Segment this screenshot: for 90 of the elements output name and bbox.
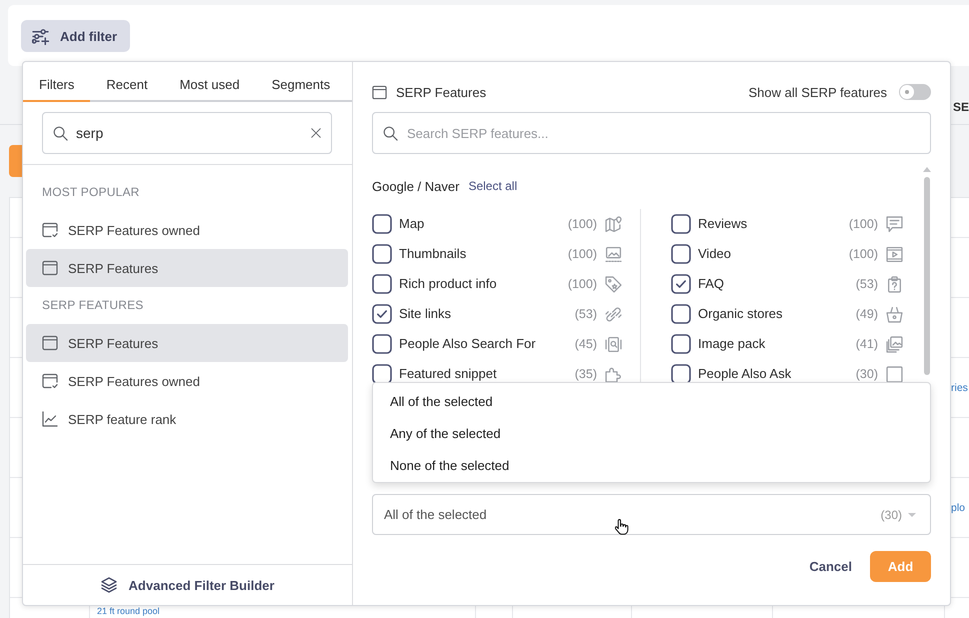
checkbox[interactable] [372,304,392,324]
comment-icon [886,216,903,232]
checkbox[interactable] [372,274,392,294]
window-icon [372,84,387,100]
window-icon [42,335,58,351]
tag-icon [605,276,622,292]
checkbox-label[interactable]: Map [399,217,424,231]
cancel-button[interactable]: Cancel [809,553,852,580]
count-text: (100) [568,277,597,291]
link-icon [605,306,622,322]
count-text: (53) [856,277,878,291]
checkbox-label[interactable]: Reviews [698,217,748,231]
list-item[interactable]: SERP Features owned [26,211,348,249]
video-frame-icon [886,246,903,262]
checkbox-label[interactable]: Featured snippet [399,367,497,381]
layers-icon [100,577,117,593]
count-text: (100) [568,217,597,231]
checkbox[interactable] [671,244,691,264]
section-heading: SERP FEATURES [41,297,145,314]
count-text: (41) [856,337,878,351]
search-frame-icon [605,336,622,352]
checkbox-label[interactable]: Organic stores [698,307,783,321]
basket-icon [886,306,903,322]
hand-cursor-icon [615,519,629,536]
images-icon [886,336,903,352]
menu-option[interactable]: All of the selected [373,385,930,417]
checkbox[interactable] [671,364,691,384]
section-heading: MOST POPULAR [41,184,141,201]
window-icon [42,260,58,276]
table-link[interactable]: plo [951,502,966,514]
column-header: SE [952,100,969,114]
list-item[interactable]: SERP Features owned [26,362,348,400]
toggle-switch[interactable] [899,84,931,100]
search-icon [53,126,68,140]
count-text: (100) [848,217,878,231]
checkbox-label[interactable]: FAQ [698,277,724,291]
select-all-link[interactable]: Select all [468,179,518,193]
checkbox-label[interactable]: Thumbnails [399,247,466,261]
list-item[interactable]: SERP feature rank [26,400,348,438]
menu-option[interactable]: None of the selected [373,449,930,481]
tab[interactable]: Most used [164,62,256,102]
checkbox[interactable] [372,214,392,234]
window-check-icon [42,373,58,389]
count-text: (100) [568,247,597,261]
match-select[interactable]: All of the selected (30) [372,494,931,535]
count-text: (53) [574,307,597,321]
tab[interactable]: Filters [23,62,90,102]
map-pin-icon [605,216,622,232]
square-icon [886,366,903,382]
menu-option[interactable]: Any of the selected [373,417,930,449]
sliders-plus-icon [32,28,49,44]
checkbox-label[interactable]: Rich product info [399,277,497,291]
tab[interactable]: Segments [256,62,346,102]
caret-icon [908,512,916,516]
panel-title: SERP Features [396,84,486,100]
checkbox[interactable] [671,304,691,324]
list-item[interactable]: SERP Features [26,249,348,287]
checkbox[interactable] [372,334,392,354]
checkbox-label[interactable]: People Also Ask [698,367,792,381]
count-text: (49) [856,307,878,321]
add-filter-button[interactable]: Add filter [21,20,130,52]
picture-icon [605,246,622,262]
checkbox-label[interactable]: Video [698,247,732,261]
checkbox[interactable] [671,214,691,234]
count-text: (35) [574,367,597,381]
count-text: (45) [574,337,597,351]
close-icon[interactable] [311,128,321,138]
checkbox-label[interactable]: Image pack [698,337,766,351]
search-field[interactable]: serp [42,112,332,154]
checkbox-label[interactable]: Site links [399,307,452,321]
filter-builder-link[interactable]: Advanced Filter Builder [100,577,274,593]
count-text: (30) [856,367,878,381]
line-chart-icon [42,411,58,427]
checkbox-label[interactable]: People Also Search For [399,337,536,351]
toggle-label: Show all SERP features [748,84,887,100]
checkbox[interactable] [372,364,392,384]
clipboard-question-icon [886,276,903,292]
count-text: (100) [848,247,878,261]
list-item[interactable]: SERP Features [26,324,348,362]
table-link[interactable]: 21 ft round pool [97,606,160,616]
group-heading: Google / Naver [372,178,460,194]
table-link[interactable]: ries [951,382,968,394]
search-icon [383,126,398,140]
tab[interactable]: Recent [90,62,164,102]
checkbox[interactable] [671,274,691,294]
window-check-icon [42,222,58,238]
checkbox[interactable] [671,334,691,354]
puzzle-icon [605,366,622,382]
checkbox[interactable] [372,244,392,264]
scrollbar-thumb[interactable] [924,177,930,375]
